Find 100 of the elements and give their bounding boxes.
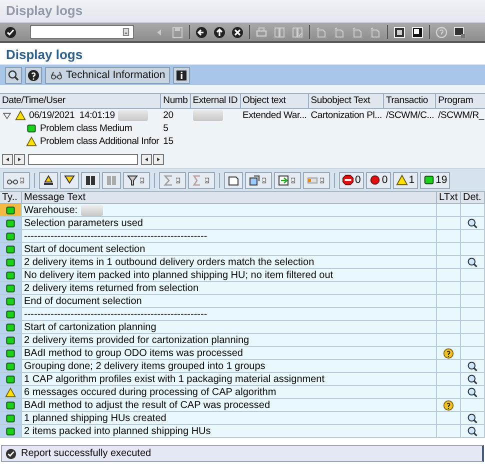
long-text-icon[interactable]: [443, 400, 454, 410]
scroll-left-button[interactable]: [2, 154, 13, 165]
message-text: -------------------------------------------------------: [24, 230, 208, 242]
column-header[interactable]: Object text: [240, 93, 309, 109]
message-text: 1 CAP algorithm profiles exist with 1 packaging material assignment: [24, 374, 325, 384]
type-cell[interactable]: [0, 334, 22, 347]
type-cell[interactable]: [0, 269, 22, 282]
column-header[interactable]: Det.: [461, 191, 485, 204]
glasses-button[interactable]: [3, 172, 30, 188]
help-button[interactable]: [25, 66, 42, 84]
redacted-block: [192, 110, 223, 121]
column-header[interactable]: Numb: [161, 93, 191, 109]
message-text: 2 delivery items returned from selection: [24, 282, 199, 294]
type-cell[interactable]: [0, 360, 22, 373]
message-text: Start of document selection: [24, 244, 146, 254]
detail-icon[interactable]: [467, 360, 478, 372]
type-cell[interactable]: [0, 425, 22, 438]
sort-ascending-icon: [42, 174, 55, 186]
type-cell[interactable]: [0, 256, 22, 269]
message-text: BAdI method to adjust the result of CAP was processed: [24, 400, 270, 410]
filter-button[interactable]: [123, 172, 150, 188]
information-button[interactable]: [173, 66, 190, 84]
display-detail-button[interactable]: [5, 66, 22, 84]
type-cell[interactable]: [0, 399, 22, 412]
type-cell[interactable]: [0, 230, 22, 243]
message-text: 6 messages occured during processing of CAP algorithm: [24, 386, 276, 398]
sort-descending-button[interactable]: [60, 172, 79, 188]
message-text: No delivery item packed into planned shipping HU; no item filtered out: [24, 270, 334, 280]
type-cell[interactable]: [0, 347, 22, 360]
spreadsheet-icon: [277, 174, 290, 186]
column-header[interactable]: Date/Time/User: [0, 93, 162, 109]
error-count-button[interactable]: 0: [366, 172, 391, 188]
detail-icon[interactable]: [467, 374, 478, 384]
find-button[interactable]: [81, 172, 100, 188]
column-header[interactable]: Ty..: [0, 191, 22, 204]
status-message: Report successfully executed: [21, 448, 152, 459]
type-cell[interactable]: [0, 295, 22, 308]
detail-icon[interactable]: [467, 256, 478, 268]
shortcut-icon[interactable]: [411, 26, 424, 38]
type-cell[interactable]: [0, 308, 22, 321]
column-header[interactable]: Transactio: [384, 93, 436, 109]
dropdown-icon[interactable]: [121, 26, 131, 38]
page-title: Display logs: [5, 46, 84, 62]
sort-ascending-button[interactable]: [39, 172, 58, 188]
type-cell[interactable]: [0, 243, 22, 256]
object-text: Extended War...: [242, 110, 307, 121]
program-name: /SCWM/R_: [438, 110, 484, 121]
back-icon[interactable]: [195, 26, 208, 38]
command-field[interactable]: [30, 25, 134, 39]
message-text: -------------------------------------------------------: [24, 308, 208, 320]
sum-icon: [162, 174, 175, 186]
expanded-node-icon[interactable]: [2, 110, 12, 120]
log-date-time[interactable]: 06/19/2021 14:01:19: [29, 110, 115, 121]
column-header[interactable]: Program: [436, 93, 485, 109]
layout-menu-icon[interactable]: [453, 26, 466, 38]
type-cell[interactable]: [0, 412, 22, 425]
stop-count-button[interactable]: 0: [339, 172, 364, 188]
warning-count-button[interactable]: 1: [392, 172, 418, 188]
new-session-icon[interactable]: [393, 26, 406, 38]
exit-icon[interactable]: [213, 26, 226, 38]
spreadsheet-button[interactable]: [274, 172, 301, 188]
document-button[interactable]: [224, 172, 243, 188]
type-cell[interactable]: [0, 321, 22, 334]
problem-class[interactable]: Problem class Medium: [40, 123, 132, 134]
column-header[interactable]: LTxt: [437, 191, 461, 204]
success-count-button[interactable]: 19: [420, 172, 450, 188]
column-header[interactable]: Message Text: [22, 191, 437, 204]
message-count: 15: [163, 136, 174, 147]
detail-icon[interactable]: [467, 218, 478, 228]
type-cell[interactable]: [0, 373, 22, 386]
scroll-right-icon: [155, 156, 162, 163]
message-text: Selection parameters used: [24, 218, 143, 228]
scrollbar-track[interactable]: [28, 154, 138, 165]
scroll-right-button[interactable]: [14, 154, 25, 165]
export-button[interactable]: [245, 172, 272, 188]
detail-icon[interactable]: [467, 426, 478, 436]
cancel-icon[interactable]: [231, 26, 244, 38]
column-header[interactable]: Subobject Text: [308, 93, 384, 109]
type-cell[interactable]: [0, 204, 22, 217]
scroll-right-button[interactable]: [153, 154, 164, 165]
detail-icon[interactable]: [467, 386, 478, 398]
message-text: Start of cartonization planning: [24, 322, 156, 332]
problem-class[interactable]: Problem class Additional Infor: [40, 136, 160, 147]
column-header[interactable]: External ID: [190, 93, 240, 109]
message-count: 5: [163, 123, 168, 134]
find-next-icon: [105, 174, 118, 186]
find-icon: [84, 174, 97, 186]
long-text-icon[interactable]: [443, 348, 454, 358]
technical-information-button[interactable]: Technical Information: [45, 66, 170, 84]
scroll-right-icon: [16, 156, 23, 163]
scroll-left-button[interactable]: [141, 154, 152, 165]
filter-icon: [126, 174, 139, 186]
message-text: Warehouse:: [24, 204, 78, 216]
type-cell[interactable]: [0, 386, 22, 399]
info-icon: [175, 68, 188, 82]
type-cell[interactable]: [0, 217, 22, 230]
confirm-icon[interactable]: [4, 26, 17, 38]
detail-icon[interactable]: [467, 412, 478, 424]
transaction-code: /SCWM/C...: [386, 110, 434, 121]
type-cell[interactable]: [0, 282, 22, 295]
